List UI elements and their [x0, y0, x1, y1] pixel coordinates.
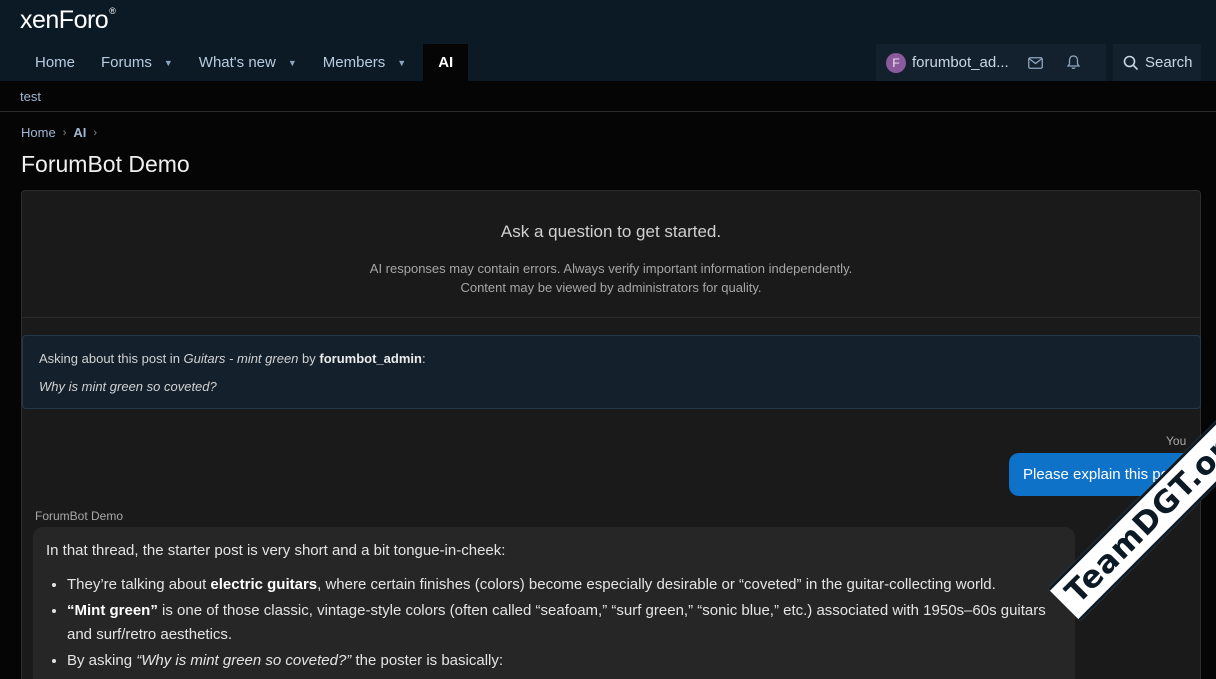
- page-title: ForumBot Demo: [21, 151, 190, 177]
- bot-message-label: ForumBot Demo: [35, 509, 124, 523]
- list-item: “Mint green” is one of those classic, vi…: [67, 599, 1062, 647]
- nav-tab-members[interactable]: Members ▼: [310, 44, 419, 81]
- bot-message-list: They’re talking about electric guitars, …: [46, 573, 1062, 673]
- xenforo-logo[interactable]: xenForo®: [20, 6, 116, 35]
- bot-message-intro: In that thread, the starter post is very…: [46, 542, 506, 559]
- list-text: the poster is basically:: [351, 652, 504, 669]
- username[interactable]: forumbot_ad...: [912, 54, 1016, 71]
- list-item: By asking “Why is mint green so coveted?…: [67, 649, 1062, 673]
- breadcrumb: Home › AI ›: [21, 125, 104, 140]
- chevron-down-icon[interactable]: ▼: [397, 58, 406, 68]
- nav-tab-label: Home: [35, 54, 76, 71]
- chevron-down-icon[interactable]: ▼: [164, 58, 173, 68]
- envelope-icon[interactable]: [1016, 44, 1054, 81]
- breadcrumb-home[interactable]: Home: [21, 125, 56, 140]
- post-context-box: Asking about this post in Guitars - mint…: [22, 335, 1201, 409]
- site-header: xenForo® Home Forums ▼ What's new ▼ Member…: [0, 0, 1216, 81]
- nav-tab-home[interactable]: Home: [22, 44, 88, 81]
- nav-tab-label: AI: [438, 54, 454, 71]
- subnav-link-test[interactable]: test: [20, 89, 41, 104]
- disclaimer-line: Content may be viewed by administrators …: [460, 280, 762, 295]
- logo-trademark: ®: [109, 6, 116, 16]
- search-icon: [1123, 55, 1139, 70]
- nav-tab-label: Members: [322, 54, 386, 71]
- chevron-down-icon[interactable]: ▼: [288, 58, 297, 68]
- user-message-label: You: [1166, 434, 1187, 448]
- list-text: , where certain finishes (colors) become…: [317, 576, 996, 593]
- author-link[interactable]: forumbot_admin: [319, 351, 422, 366]
- nav-tab-forums[interactable]: Forums ▼: [88, 44, 186, 81]
- chevron-right-icon: ›: [62, 126, 67, 139]
- list-bold: “Mint green”: [67, 602, 158, 619]
- context-question: Why is mint green so coveted?: [39, 379, 217, 394]
- context-by: by: [298, 351, 320, 366]
- search-button[interactable]: Search: [1113, 44, 1201, 81]
- user-menu[interactable]: F forumbot_ad...: [876, 44, 1106, 81]
- list-bold: electric guitars: [210, 576, 318, 593]
- chat-panel: Ask a question to get started. AI respon…: [21, 190, 1201, 679]
- sub-nav: test: [0, 81, 1216, 112]
- nav-tab-whats-new[interactable]: What's new ▼: [186, 44, 310, 81]
- disclaimer-line: AI responses may contain errors. Always …: [369, 261, 853, 276]
- list-text: is one of those classic, vintage-style c…: [67, 602, 1046, 643]
- bell-icon[interactable]: [1054, 44, 1092, 81]
- intro-title: Ask a question to get started.: [500, 222, 722, 241]
- thread-link[interactable]: Guitars - mint green: [184, 351, 299, 366]
- nav-tab-label: Forums: [101, 54, 152, 71]
- context-prefix: Asking about this post in: [39, 351, 184, 366]
- context-line: Asking about this post in Guitars - mint…: [39, 351, 426, 366]
- list-item: They’re talking about electric guitars, …: [67, 573, 1062, 597]
- nav-tab-ai[interactable]: AI: [423, 44, 469, 81]
- main-nav: Home Forums ▼ What's new ▼ Members ▼ AI: [22, 44, 469, 81]
- context-colon: :: [421, 351, 426, 366]
- logo-text: xenForo: [20, 6, 109, 34]
- bot-message-bubble: In that thread, the starter post is very…: [33, 527, 1075, 679]
- avatar[interactable]: F: [886, 52, 906, 73]
- list-text: By asking: [67, 652, 137, 669]
- intro-disclaimer: AI responses may contain errors. Always …: [22, 259, 1200, 297]
- chat-intro: Ask a question to get started. AI respon…: [22, 191, 1200, 318]
- breadcrumb-ai[interactable]: AI: [73, 125, 86, 140]
- list-text: They’re talking about: [67, 576, 211, 593]
- chevron-right-icon: ›: [93, 126, 98, 139]
- nav-tab-label: What's new: [198, 54, 276, 71]
- list-italic: “Why is mint green so coveted?”: [136, 652, 352, 669]
- search-label: Search: [1145, 54, 1193, 71]
